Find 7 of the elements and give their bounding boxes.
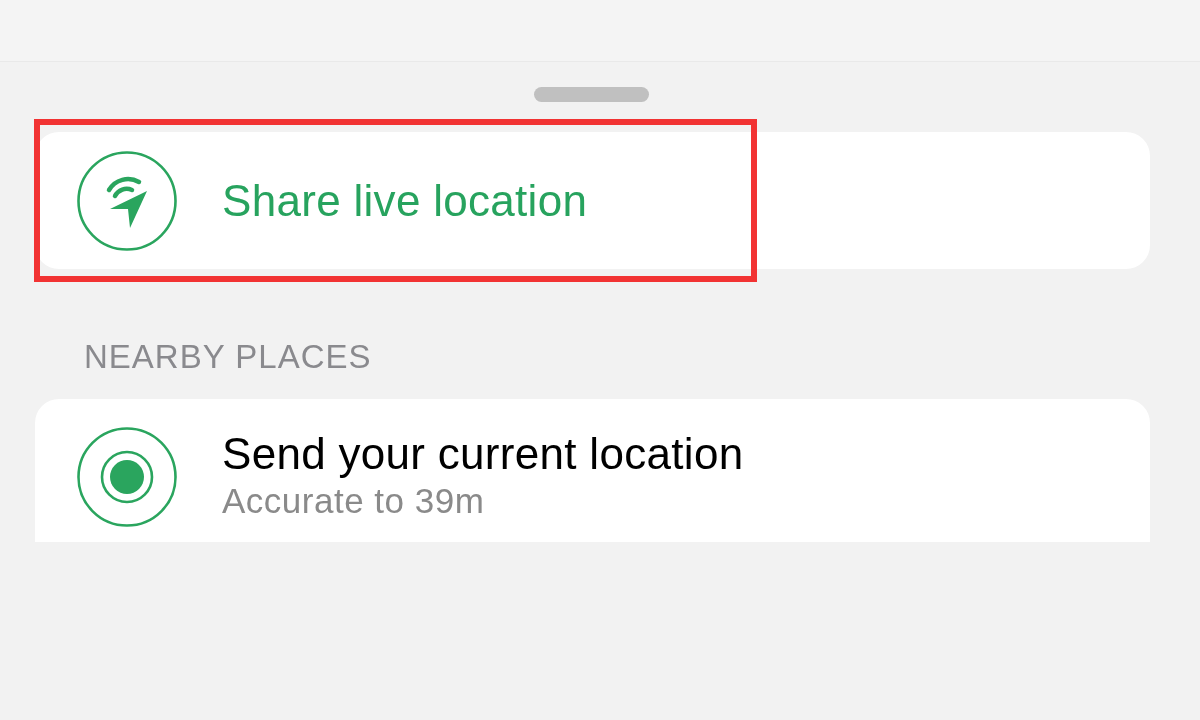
- share-live-location-label: Share live location: [222, 174, 588, 227]
- place-row[interactable]: Send your current location Accurate to 39m: [35, 399, 1150, 542]
- place-subtitle: Accurate to 39m: [222, 481, 486, 521]
- sheet-handle[interactable]: [534, 87, 649, 102]
- radio-target-icon: [77, 427, 177, 527]
- place-title: Send your current location: [222, 429, 744, 479]
- section-heading: NEARBY PLACES: [84, 338, 372, 376]
